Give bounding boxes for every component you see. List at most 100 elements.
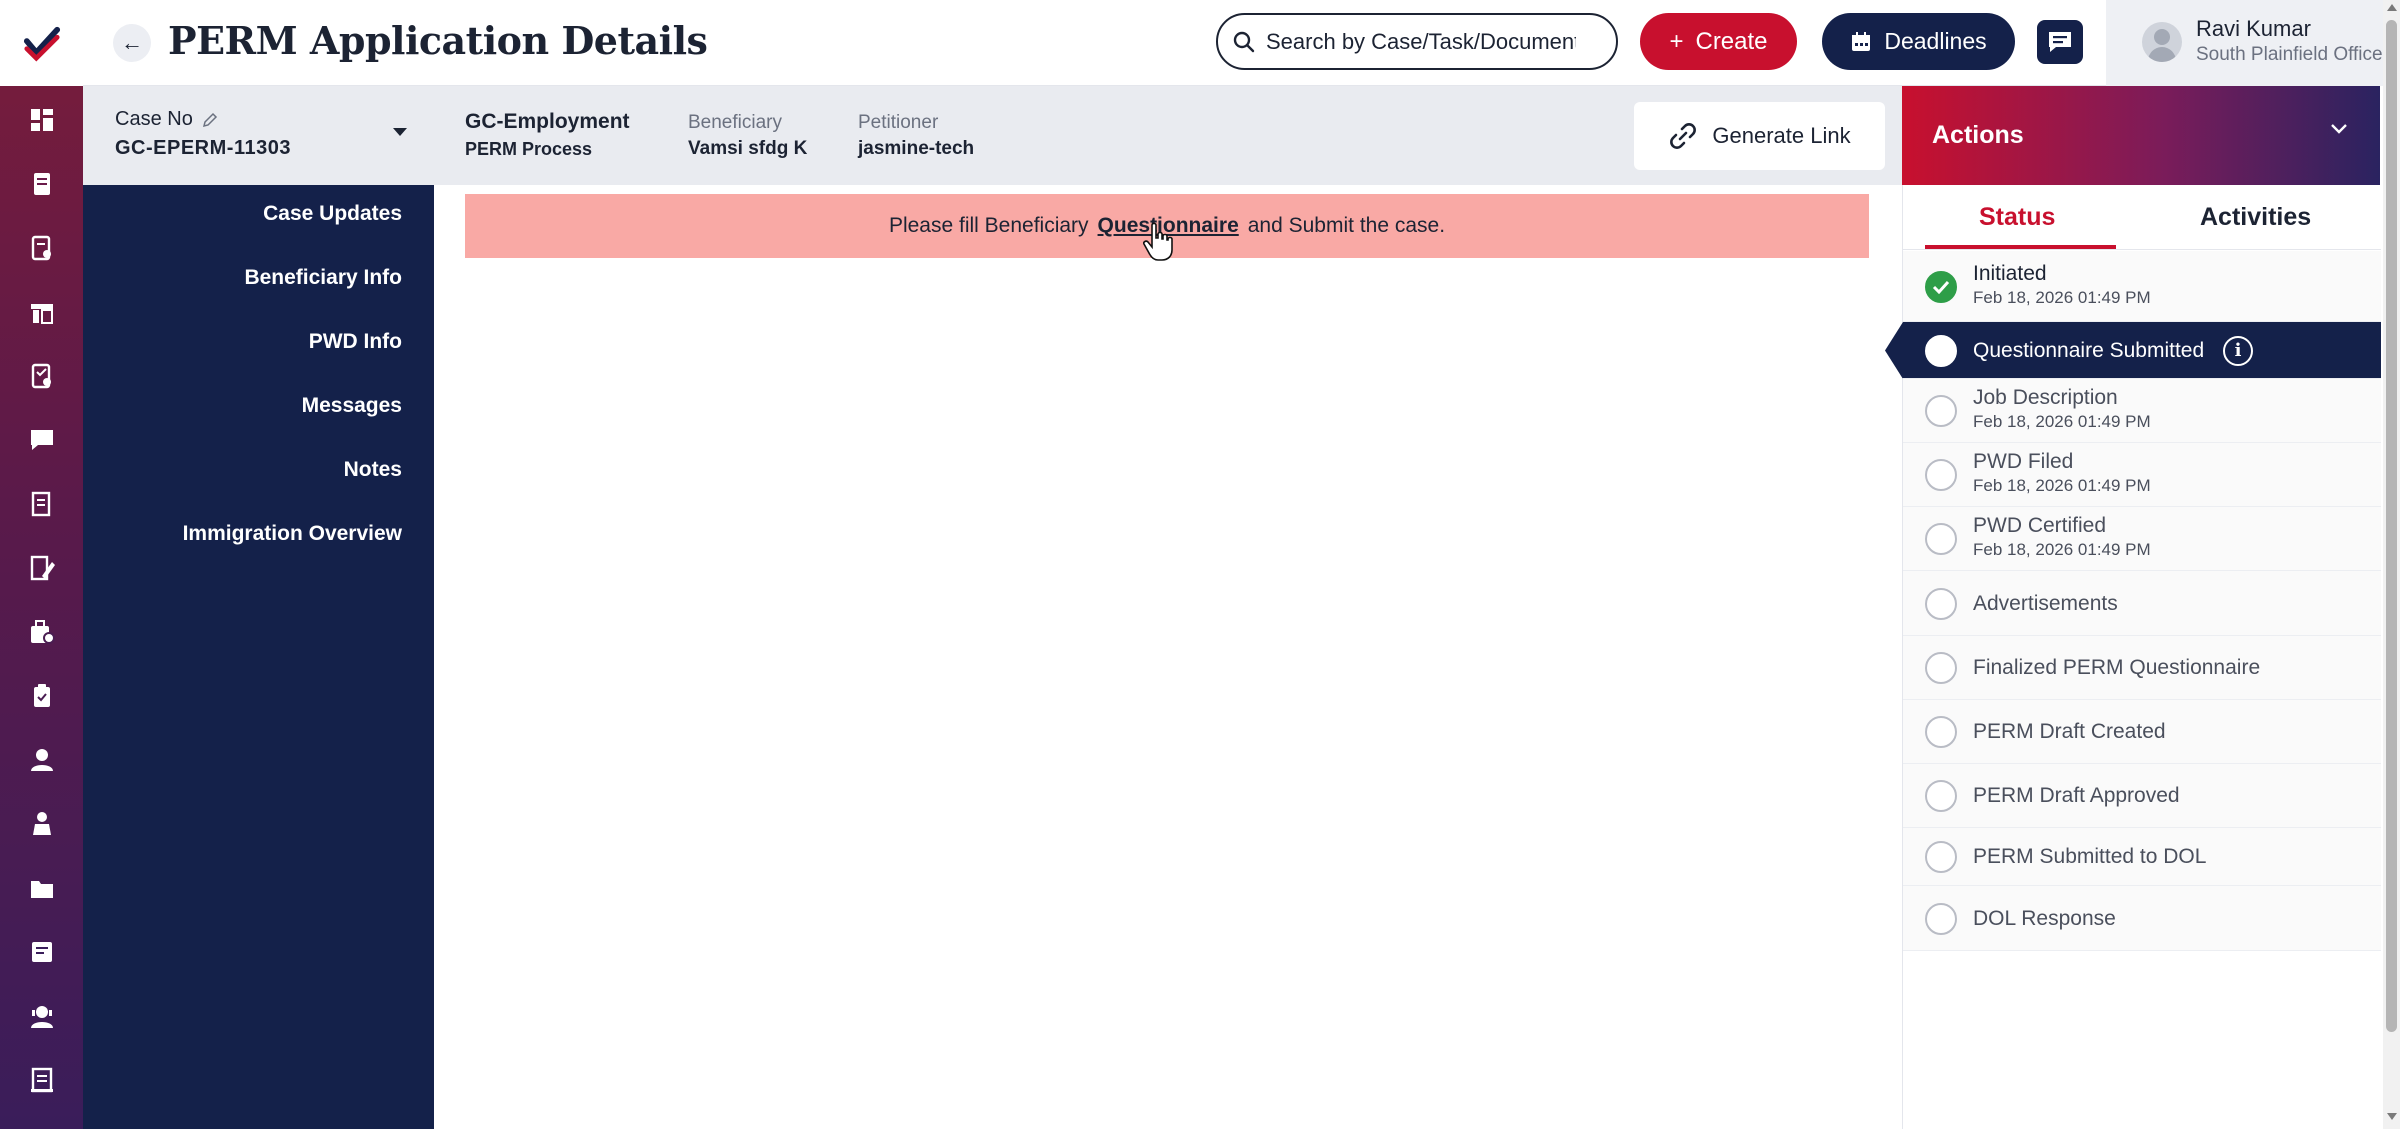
user-office: South Plainfield Office [2196, 44, 2383, 65]
radio-circle-icon [1925, 459, 1957, 491]
search-input[interactable] [1266, 28, 1576, 55]
page-scrollbar[interactable] [2383, 0, 2400, 1129]
global-search[interactable] [1216, 13, 1618, 70]
app-root: ← PERM Application Details + Create [0, 0, 2400, 1129]
case-no-label: Case No [115, 108, 219, 131]
nav-notes[interactable]: Notes [344, 458, 402, 482]
pencil-icon[interactable] [201, 111, 219, 129]
status-step[interactable]: DOL Response [1903, 886, 2381, 951]
status-step-title: PERM Draft Created [1973, 720, 2166, 743]
check-circle-icon [1925, 270, 1957, 303]
info-icon[interactable]: i [2223, 335, 2253, 366]
status-step[interactable]: Initiated Feb 18, 2026 01:49 PM [1903, 251, 2381, 322]
status-step-title: Questionnaire Submitted [1973, 338, 2205, 362]
nav-beneficiary-info[interactable]: Beneficiary Info [244, 266, 402, 290]
radio-circle-icon [1925, 652, 1957, 684]
ledger-icon[interactable] [26, 488, 58, 520]
radio-circle-icon [1925, 780, 1957, 812]
top-header: ← PERM Application Details + Create [83, 0, 2400, 86]
nav-messages[interactable]: Messages [302, 394, 402, 418]
form-icon[interactable] [26, 232, 58, 264]
scroll-thumb[interactable] [2386, 20, 2397, 1032]
status-step[interactable]: PERM Draft Created [1903, 700, 2381, 764]
actions-tabs: Status Activities [1903, 185, 2381, 250]
status-step-date: Feb 18, 2026 01:49 PM [1973, 476, 2151, 495]
active-tab-indicator [1925, 245, 2116, 249]
logo-icon [23, 26, 60, 62]
case-info-bar: Case No GC-EPERM-11303 GC-Employment PER… [83, 86, 1902, 185]
link-icon [1670, 123, 1697, 149]
status-step-title: PERM Submitted to DOL [1973, 845, 2207, 868]
note-icon[interactable] [26, 936, 58, 968]
radio-circle-icon [1925, 334, 1957, 367]
status-step[interactable]: PWD Filed Feb 18, 2026 01:49 PM [1903, 443, 2381, 507]
generate-link-button[interactable]: Generate Link [1634, 102, 1885, 170]
nav-case-updates[interactable]: Case Updates [263, 202, 402, 226]
alert-text-before: Please fill Beneficiary [888, 214, 1089, 237]
actions-panel: Status Activities Initiated Feb 18, 2026 … [1885, 185, 2381, 1129]
actions-header[interactable]: Actions [1902, 86, 2380, 185]
case-number: GC-EPERM-11303 [115, 137, 291, 159]
status-step[interactable]: Finalized PERM Questionnaire [1903, 636, 2381, 700]
document-icon[interactable] [26, 168, 58, 200]
clipboard-icon[interactable] [26, 680, 58, 712]
scroll-up-arrow-icon[interactable] [2387, 4, 2397, 11]
case-dropdown-icon[interactable] [392, 124, 408, 142]
section-nav: Case Updates Beneficiary Info PWD Info M… [83, 185, 434, 1129]
briefcase-icon[interactable] [26, 616, 58, 648]
radio-circle-icon [1925, 395, 1957, 427]
tab-status[interactable]: Status [1979, 203, 2055, 232]
app-logo[interactable] [0, 0, 83, 86]
person-icon[interactable] [26, 808, 58, 840]
back-button[interactable]: ← [113, 24, 151, 62]
avatar [2142, 22, 2182, 62]
user-icon[interactable] [26, 744, 58, 776]
tab-activities[interactable]: Activities [2200, 203, 2311, 232]
messages-button[interactable] [2037, 20, 2083, 64]
nav-immigration-overview[interactable]: Immigration Overview [183, 522, 402, 546]
radio-circle-icon [1925, 902, 1957, 935]
icon-rail [0, 0, 83, 1129]
checklist-icon[interactable] [26, 360, 58, 392]
status-step-date: Feb 18, 2026 01:49 PM [1973, 540, 2151, 559]
chevron-down-icon[interactable] [2330, 122, 2348, 140]
radio-circle-icon [1925, 587, 1957, 620]
deadlines-button[interactable]: Deadlines [1822, 13, 2015, 70]
create-button[interactable]: + Create [1640, 13, 1797, 70]
alert-text-after: and Submit the case. [1247, 214, 1446, 237]
chat-icon[interactable] [26, 424, 58, 456]
status-step-title: PWD Certified [1973, 514, 2107, 537]
status-step[interactable]: Job Description Feb 18, 2026 01:49 PM [1903, 379, 2381, 443]
status-step[interactable]: Questionnaire Submitted i [1885, 322, 2381, 379]
status-step-title: PWD Filed [1973, 450, 2074, 473]
status-step-title: Job Description [1973, 386, 2118, 409]
status-step[interactable]: PERM Draft Approved [1903, 764, 2381, 828]
support-icon[interactable] [26, 1000, 58, 1032]
chat-icon [2049, 32, 2071, 52]
status-step[interactable]: PWD Certified Feb 18, 2026 01:49 PM [1903, 507, 2381, 571]
status-step-title: PERM Draft Approved [1973, 784, 2180, 807]
status-step[interactable]: Advertisements [1903, 571, 2381, 636]
case-no-label-text: Case No [115, 108, 193, 130]
petitioner-label: Petitioner [858, 112, 939, 133]
search-icon [1233, 31, 1255, 52]
user-name: Ravi Kumar [2196, 16, 2311, 41]
beneficiary-name: Vamsi sfdg K [688, 138, 808, 159]
user-menu[interactable]: Ravi Kumar South Plainfield Office [2106, 0, 2400, 86]
building-icon[interactable] [26, 296, 58, 328]
generate-link-label: Generate Link [1712, 123, 1851, 148]
scroll-down-arrow-icon[interactable] [2387, 1113, 2397, 1120]
edit-icon[interactable] [26, 552, 58, 584]
status-step-title: Initiated [1973, 261, 2047, 285]
status-step[interactable]: PERM Submitted to DOL [1903, 828, 2381, 886]
status-step-title: DOL Response [1973, 906, 2116, 930]
petitioner-name: jasmine-tech [858, 138, 975, 159]
actions-title: Actions [1932, 121, 2024, 149]
folder-icon[interactable] [26, 872, 58, 904]
hand-cursor-icon [1143, 222, 1173, 261]
create-label: Create [1695, 27, 1768, 55]
dashboard-icon[interactable] [26, 104, 58, 136]
nav-pwd-info[interactable]: PWD Info [309, 330, 402, 354]
case-type: GC-Employment [465, 110, 630, 133]
book-icon[interactable] [26, 1064, 58, 1096]
